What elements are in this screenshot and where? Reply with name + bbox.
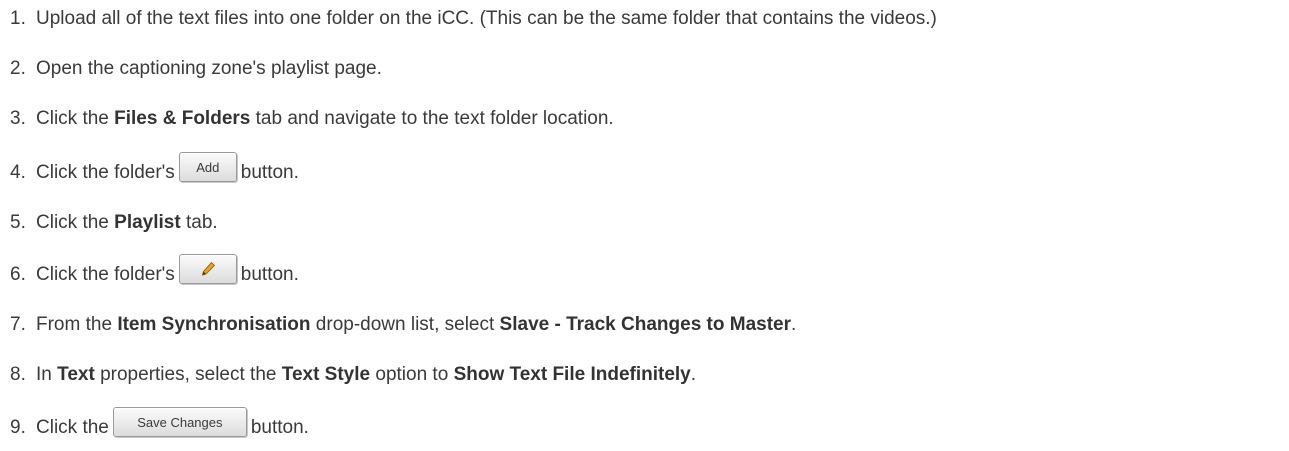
step-text: From the Item Synchronisation drop-down … [36,314,796,336]
step-text-pre: In [36,364,52,385]
step-6: 6. Click the folder's button. [0,254,299,294]
step-text-mid: option to [375,364,449,385]
step-5: 5. Click the Playlist tab. [0,204,218,242]
step-text: Upload all of the text files into one fo… [36,8,937,29]
step-text-pre: Click the folder's [36,264,175,285]
step-3: 3. Click the Files & Folders tab and nav… [0,100,614,138]
step-number: 9. [10,417,26,438]
step-text-end: . [690,364,697,385]
save-changes-button[interactable]: Save Changes [112,407,247,437]
option-value: Show Text File Indefinitely [453,364,691,385]
tab-name-playlist: Playlist [114,212,181,233]
step-text: In Text properties, select the Text Styl… [36,364,696,386]
step-text-post: button. [240,162,299,183]
step-number: 2. [10,58,26,79]
step-number: 3. [10,108,26,129]
step-text-pre: Click the folder's [36,162,175,183]
step-number: 5. [10,212,26,233]
step-2: 2. Open the captioning zone's playlist p… [0,50,382,88]
step-text-post: button. [250,417,309,438]
step-text-pre: Click the [36,212,109,233]
step-text: Click the Files & Folders tab and naviga… [36,108,614,130]
step-text-pre: From the [36,314,113,335]
step-text-post: tab. [185,212,218,233]
pencil-edit-icon [201,261,215,276]
step-7: 7. From the Item Synchronisation drop-do… [0,306,796,344]
tab-name-files-folders: Files & Folders [114,108,251,129]
option-name: Text Style [281,364,371,385]
step-text-mid: drop-down list, select [315,314,495,335]
step-8: 8. In Text properties, select the Text S… [0,356,696,394]
instruction-document: 1. Upload all of the text files into one… [0,0,1289,451]
step-number: 7. [10,314,26,335]
step-number: 1. [10,8,26,29]
step-text-post: tab and navigate to the text folder loca… [255,108,614,129]
dropdown-name: Item Synchronisation [117,314,311,335]
step-number: 4. [10,162,26,183]
add-button[interactable]: Add [178,152,237,182]
step-text-pre: Click the [36,108,109,129]
step-text: Click the folder's button. [36,254,299,290]
step-4: 4. Click the folder's Add button. [0,152,299,192]
step-text: Click the Save Changes button. [36,407,309,443]
step-text: Click the Playlist tab. [36,212,218,234]
dropdown-option: Slave - Track Changes to Master [499,314,791,335]
step-text-mid: properties, select the [100,364,277,385]
step-number: 8. [10,364,26,385]
properties-section-name: Text [57,364,95,385]
step-1: 1. Upload all of the text files into one… [0,0,937,38]
step-9: 9. Click the Save Changes button. [0,407,309,447]
step-text-post: button. [240,264,299,285]
step-text: Open the captioning zone's playlist page… [36,58,382,79]
step-number: 6. [10,264,26,285]
step-text-pre: Click the [36,417,109,438]
edit-button[interactable] [178,254,237,284]
step-text-end: . [791,314,797,335]
step-text: Click the folder's Add button. [36,152,299,188]
